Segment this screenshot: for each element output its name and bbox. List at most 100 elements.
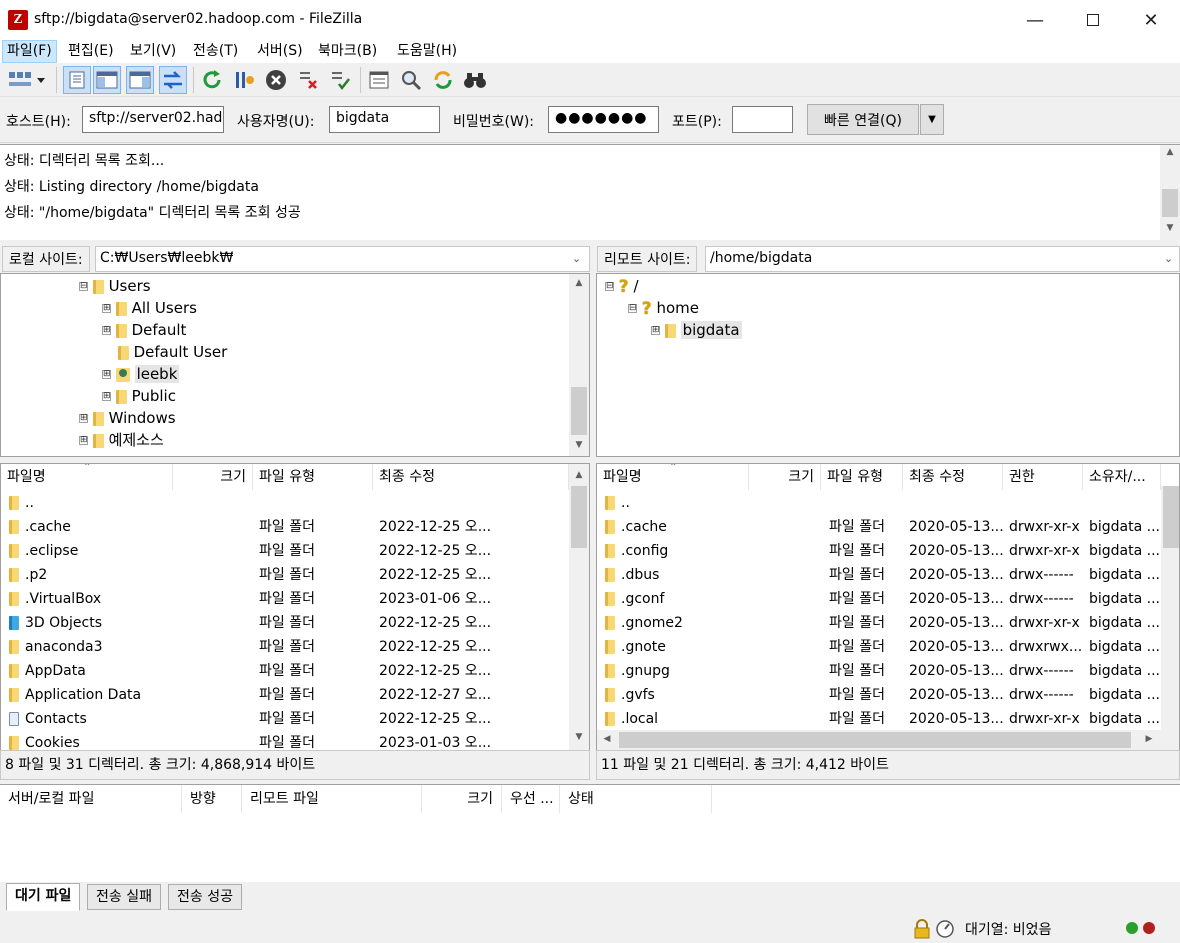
queue-column-size[interactable]: 크기	[422, 785, 502, 813]
password-input[interactable]: ●●●●●●●	[548, 106, 659, 133]
table-row[interactable]: 3D Objects 파일 폴더 2022-12-25 오...	[1, 611, 569, 635]
table-row[interactable]: .cache 파일 폴더 2020-05-13... drwxr-xr-x bigdat…	[597, 515, 1161, 539]
host-input[interactable]: sftp://server02.hadoop.com	[82, 106, 224, 133]
scrollbar-thumb[interactable]	[1163, 486, 1179, 548]
table-row[interactable]: .eclipse 파일 폴더 2022-12-25 오...	[1, 539, 569, 563]
column-header-size[interactable]: 크기	[173, 464, 253, 490]
directory-listing-filters-button[interactable]	[365, 66, 393, 94]
table-row[interactable]: .p2 파일 폴더 2022-12-25 오...	[1, 563, 569, 587]
tree-node-bigdata[interactable]: ⊞ bigdata	[651, 319, 742, 341]
table-row[interactable]: Contacts 파일 폴더 2022-12-25 오...	[1, 707, 569, 731]
queue-column-priority[interactable]: 우선 ...	[502, 785, 560, 813]
expand-icon[interactable]: ⊞	[102, 392, 111, 401]
remote-list-scrollbar[interactable]	[1161, 486, 1179, 730]
toggle-local-tree-button[interactable]	[93, 66, 121, 94]
scroll-down-icon[interactable]: ▼	[569, 440, 589, 450]
tab-successful-transfers[interactable]: 전송 성공	[168, 884, 242, 910]
table-row[interactable]: .gnupg 파일 폴더 2020-05-13... drwx------ bigdat…	[597, 659, 1161, 683]
scrollbar-thumb[interactable]	[619, 732, 1131, 748]
expand-icon[interactable]: ⊞	[102, 370, 111, 379]
tree-node-windows[interactable]: ⊞ Windows	[79, 407, 176, 429]
process-queue-button[interactable]	[230, 66, 258, 94]
username-input[interactable]: bigdata	[329, 106, 440, 133]
queue-column-direction[interactable]: 방향	[182, 785, 242, 813]
column-header-permissions[interactable]: 권한	[1003, 464, 1083, 490]
tree-node-all-users[interactable]: ⊞ All Users	[102, 297, 197, 319]
scroll-up-icon[interactable]: ▲	[569, 278, 589, 288]
table-row[interactable]: .gnote 파일 폴더 2020-05-13... drwxrwx... bigdat…	[597, 635, 1161, 659]
quickconnect-button[interactable]: 빠른 연결(Q)	[807, 104, 919, 135]
tree-node-home[interactable]: ⊟ ? home	[628, 297, 699, 319]
tree-node-root[interactable]: ⊟ ? /	[605, 275, 639, 297]
expand-icon[interactable]: ⊞	[79, 414, 88, 423]
table-row[interactable]: AppData 파일 폴더 2022-12-25 오...	[1, 659, 569, 683]
table-row[interactable]: .local 파일 폴더 2020-05-13... drwxr-xr-x bigdat…	[597, 707, 1161, 731]
menu-transfer[interactable]: 전송(T)	[189, 40, 242, 63]
remote-horizontal-scrollbar[interactable]: ◀ ▶	[597, 730, 1179, 750]
collapse-icon[interactable]: ⊟	[605, 282, 614, 291]
port-input[interactable]	[732, 106, 793, 133]
quickconnect-dropdown-button[interactable]: ▼	[920, 104, 944, 135]
column-header-modified[interactable]: 최종 수정	[373, 464, 569, 490]
local-list-scrollbar[interactable]: ▲ ▼	[569, 464, 589, 750]
minimize-button[interactable]: —	[1006, 0, 1064, 40]
speed-limit-icon[interactable]	[935, 919, 955, 943]
scroll-down-icon[interactable]: ▼	[1160, 223, 1180, 233]
disconnect-button[interactable]	[294, 66, 322, 94]
menu-help[interactable]: 도움말(H)	[393, 40, 461, 63]
chevron-down-icon[interactable]: ⌄	[1164, 252, 1173, 265]
collapse-icon[interactable]: ⊟	[628, 304, 637, 313]
table-row[interactable]: Application Data 파일 폴더 2022-12-27 오...	[1, 683, 569, 707]
queue-column-remote-file[interactable]: 리모트 파일	[242, 785, 422, 813]
tree-node-default[interactable]: ⊞ Default	[102, 319, 186, 341]
scroll-down-icon[interactable]: ▼	[569, 732, 589, 742]
column-header-size[interactable]: 크기	[749, 464, 821, 490]
maximize-button[interactable]	[1064, 0, 1122, 40]
search-remote-files-button[interactable]	[461, 66, 489, 94]
refresh-button[interactable]	[198, 66, 226, 94]
tab-queued-files[interactable]: 대기 파일	[6, 883, 81, 911]
table-row[interactable]: .cache 파일 폴더 2022-12-25 오...	[1, 515, 569, 539]
tree-node-leebk[interactable]: ⊞ leebk	[102, 363, 180, 385]
close-button[interactable]: ✕	[1122, 0, 1180, 40]
table-row[interactable]: .gvfs 파일 폴더 2020-05-13... drwx------ bigdata…	[597, 683, 1161, 707]
scroll-left-icon[interactable]: ◀	[599, 734, 615, 744]
table-row[interactable]: .config 파일 폴더 2020-05-13... drwxr-xr-x bigda…	[597, 539, 1161, 563]
column-header-type[interactable]: 파일 유형	[821, 464, 903, 490]
scrollbar-thumb[interactable]	[1162, 189, 1178, 217]
scroll-up-icon[interactable]: ▲	[569, 470, 589, 480]
cancel-operation-button[interactable]	[262, 66, 290, 94]
column-header-type[interactable]: 파일 유형	[253, 464, 373, 490]
local-tree-scrollbar[interactable]: ▲ ▼	[569, 274, 589, 456]
expand-icon[interactable]: ⊞	[102, 326, 111, 335]
expand-icon[interactable]: ⊞	[102, 304, 111, 313]
toggle-sync-browsing-button[interactable]	[397, 66, 425, 94]
site-manager-button[interactable]	[3, 66, 51, 94]
table-row[interactable]: ..	[597, 491, 1161, 515]
column-header-owner[interactable]: 소유자/...	[1083, 464, 1161, 490]
table-row[interactable]: ..	[1, 491, 569, 515]
remote-path-input[interactable]: /home/bigdata	[705, 246, 1180, 272]
tree-node-example-source[interactable]: ⊞ 예제소스	[79, 429, 164, 451]
queue-column-local-file[interactable]: 서버/로컬 파일	[0, 785, 182, 813]
toggle-message-log-button[interactable]	[63, 66, 91, 94]
table-row[interactable]: Cookies 파일 폴더 2023-01-03 오...	[1, 731, 569, 750]
menu-bookmark[interactable]: 북마크(B)	[314, 40, 381, 63]
table-row[interactable]: .VirtualBox 파일 폴더 2023-01-06 오...	[1, 587, 569, 611]
scrollbar-thumb[interactable]	[571, 387, 587, 435]
tree-node-public[interactable]: ⊞ Public	[102, 385, 176, 407]
toggle-remote-tree-button[interactable]	[126, 66, 154, 94]
column-header-modified[interactable]: 최종 수정	[903, 464, 1003, 490]
scrollbar-thumb[interactable]	[571, 486, 587, 548]
menu-edit[interactable]: 편집(E)	[64, 40, 118, 63]
table-row[interactable]: anaconda3 파일 폴더 2022-12-25 오...	[1, 635, 569, 659]
scroll-right-icon[interactable]: ▶	[1141, 734, 1157, 744]
chevron-down-icon[interactable]: ⌄	[572, 252, 581, 265]
menu-server[interactable]: 서버(S)	[253, 40, 307, 63]
table-row[interactable]: .gnome2 파일 폴더 2020-05-13... drwxr-xr-x bigda…	[597, 611, 1161, 635]
table-row[interactable]: .dbus 파일 폴더 2020-05-13... drwx------ bigdata…	[597, 563, 1161, 587]
collapse-icon[interactable]: ⊟	[79, 282, 88, 291]
menu-file[interactable]: 파일(F)	[2, 40, 57, 63]
tab-failed-transfers[interactable]: 전송 실패	[87, 884, 161, 910]
log-scrollbar[interactable]: ▲ ▼	[1160, 145, 1180, 240]
